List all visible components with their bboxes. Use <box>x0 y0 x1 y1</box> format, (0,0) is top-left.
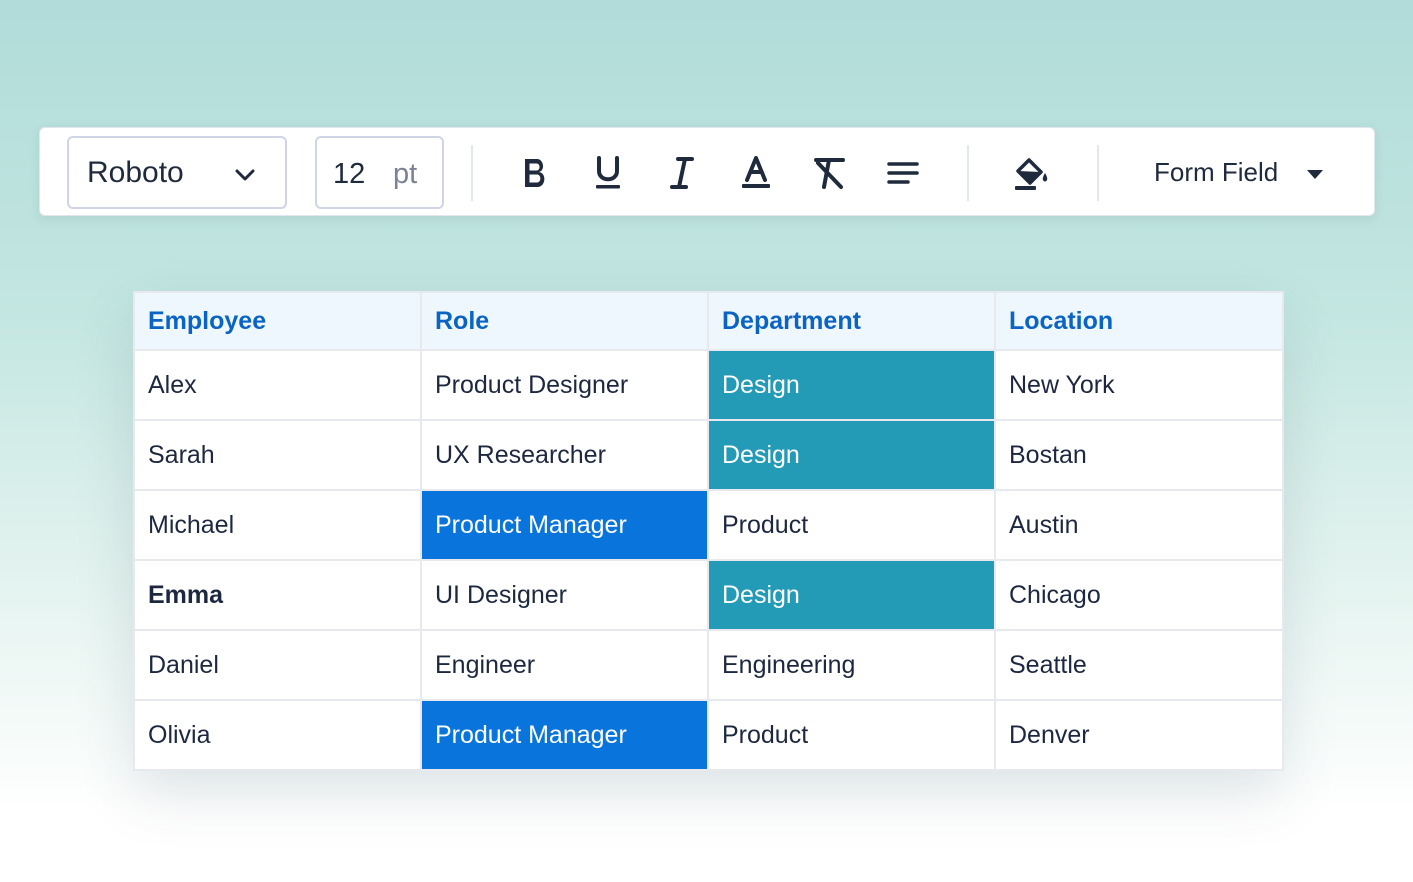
cell-role[interactable]: Product Manager <box>420 489 709 561</box>
formatting-toolbar: Roboto 12 pt Form Field <box>39 127 1375 216</box>
text-color-icon <box>742 156 770 188</box>
table-row: Sarah UX Researcher Design Bostan <box>133 419 1284 491</box>
align-button[interactable] <box>881 151 925 195</box>
cell-role[interactable]: Product Designer <box>420 349 709 421</box>
cell-employee[interactable]: Sarah <box>133 419 422 491</box>
cell-employee[interactable]: Michael <box>133 489 422 561</box>
cell-role[interactable]: Product Manager <box>420 699 709 771</box>
header-location[interactable]: Location <box>994 291 1284 351</box>
cell-role[interactable]: UI Designer <box>420 559 709 631</box>
table-header-row: Employee Role Department Location <box>133 291 1284 351</box>
table-row: Michael Product Manager Product Austin <box>133 489 1284 561</box>
cell-location[interactable]: New York <box>994 349 1284 421</box>
employee-table-wrapper: Employee Role Department Location Alex P… <box>133 291 1284 771</box>
header-role[interactable]: Role <box>420 291 709 351</box>
cell-employee[interactable]: Alex <box>133 349 422 421</box>
table-row: Alex Product Designer Design New York <box>133 349 1284 421</box>
chevron-down-icon <box>235 169 255 181</box>
fill-color-icon <box>1015 158 1048 190</box>
font-size-input[interactable]: 12 pt <box>315 136 444 209</box>
cell-department[interactable]: Design <box>707 349 996 421</box>
table-row: Emma UI Designer Design Chicago <box>133 559 1284 631</box>
font-size-value: 12 <box>333 158 366 190</box>
underline-button[interactable] <box>586 151 630 195</box>
bold-button[interactable] <box>513 151 557 195</box>
toolbar-divider <box>471 145 473 201</box>
form-field-label: Form Field <box>1154 157 1279 187</box>
align-icon <box>887 162 919 184</box>
cell-location[interactable]: Denver <box>994 699 1284 771</box>
cell-role[interactable]: Engineer <box>420 629 709 701</box>
cell-location[interactable]: Austin <box>994 489 1284 561</box>
cell-department[interactable]: Product <box>707 489 996 561</box>
cell-location[interactable]: Bostan <box>994 419 1284 491</box>
clear-formatting-button[interactable] <box>808 151 852 195</box>
text-color-button[interactable] <box>734 151 778 195</box>
cell-department[interactable]: Design <box>707 419 996 491</box>
bold-icon <box>525 159 545 187</box>
underline-icon <box>596 156 620 189</box>
caret-down-icon <box>1307 170 1323 179</box>
cell-employee[interactable]: Olivia <box>133 699 422 771</box>
cell-location[interactable]: Chicago <box>994 559 1284 631</box>
cell-department[interactable]: Design <box>707 559 996 631</box>
employee-table: Employee Role Department Location Alex P… <box>133 291 1284 771</box>
italic-button[interactable] <box>660 151 704 195</box>
font-family-value: Roboto <box>87 156 184 189</box>
toolbar-divider <box>967 145 969 201</box>
font-size-unit: pt <box>393 158 418 190</box>
cell-location[interactable]: Seattle <box>994 629 1284 701</box>
header-employee[interactable]: Employee <box>133 291 422 351</box>
italic-icon <box>670 157 694 189</box>
font-family-select[interactable]: Roboto <box>67 136 287 209</box>
cell-department[interactable]: Engineering <box>707 629 996 701</box>
toolbar-divider <box>1097 145 1099 201</box>
cell-employee[interactable]: Daniel <box>133 629 422 701</box>
fill-color-button[interactable] <box>1009 151 1053 195</box>
header-department[interactable]: Department <box>707 291 996 351</box>
clear-format-icon <box>814 158 845 189</box>
cell-employee[interactable]: Emma <box>133 559 422 631</box>
form-field-dropdown[interactable]: Form Field <box>1140 148 1340 196</box>
cell-role[interactable]: UX Researcher <box>420 419 709 491</box>
cell-department[interactable]: Product <box>707 699 996 771</box>
table-row: Daniel Engineer Engineering Seattle <box>133 629 1284 701</box>
table-row: Olivia Product Manager Product Denver <box>133 699 1284 771</box>
